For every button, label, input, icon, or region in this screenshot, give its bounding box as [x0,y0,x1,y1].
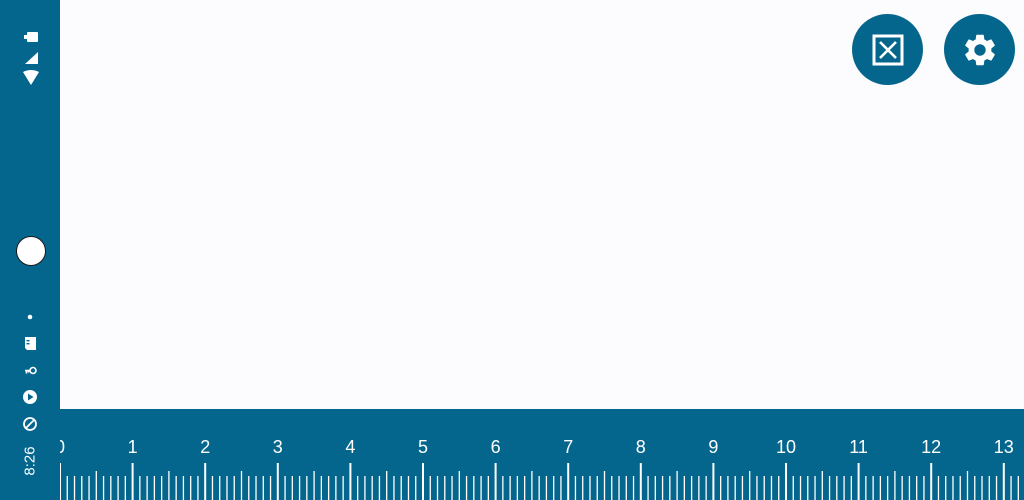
ruler-label: 6 [491,437,501,457]
camera-cutout [16,236,46,266]
close-box-icon [872,34,903,65]
ruler-label: 0 [60,437,65,457]
sim-card-icon [25,337,36,350]
ruler-label: 4 [345,437,355,457]
ruler-label: 3 [273,437,283,457]
play-store-icon [23,390,37,404]
ruler[interactable]: 012345678910111213 [60,409,1024,500]
settings-button[interactable] [944,14,1015,85]
ruler-label: 11 [849,437,868,457]
ruler-label: 7 [563,437,573,457]
data-saver-icon [23,417,37,431]
ruler-label: 1 [128,437,138,457]
close-box-button[interactable] [852,14,923,85]
wifi-icon [23,70,39,85]
ruler-label: 13 [994,437,1014,457]
status-time: 8:26 [21,446,39,476]
key-icon [25,366,37,375]
ruler-label: 9 [708,437,718,457]
battery-icon [24,32,38,42]
ruler-label: 12 [921,437,941,457]
ruler-label: 8 [636,437,646,457]
ruler-label: 5 [418,437,428,457]
dot-icon [27,314,33,320]
ruler-scale: 012345678910111213 [60,437,1019,500]
signal-icon [25,52,38,64]
ruler-label: 10 [776,437,796,457]
gear-icon [964,34,995,65]
ruler-label: 2 [200,437,210,457]
